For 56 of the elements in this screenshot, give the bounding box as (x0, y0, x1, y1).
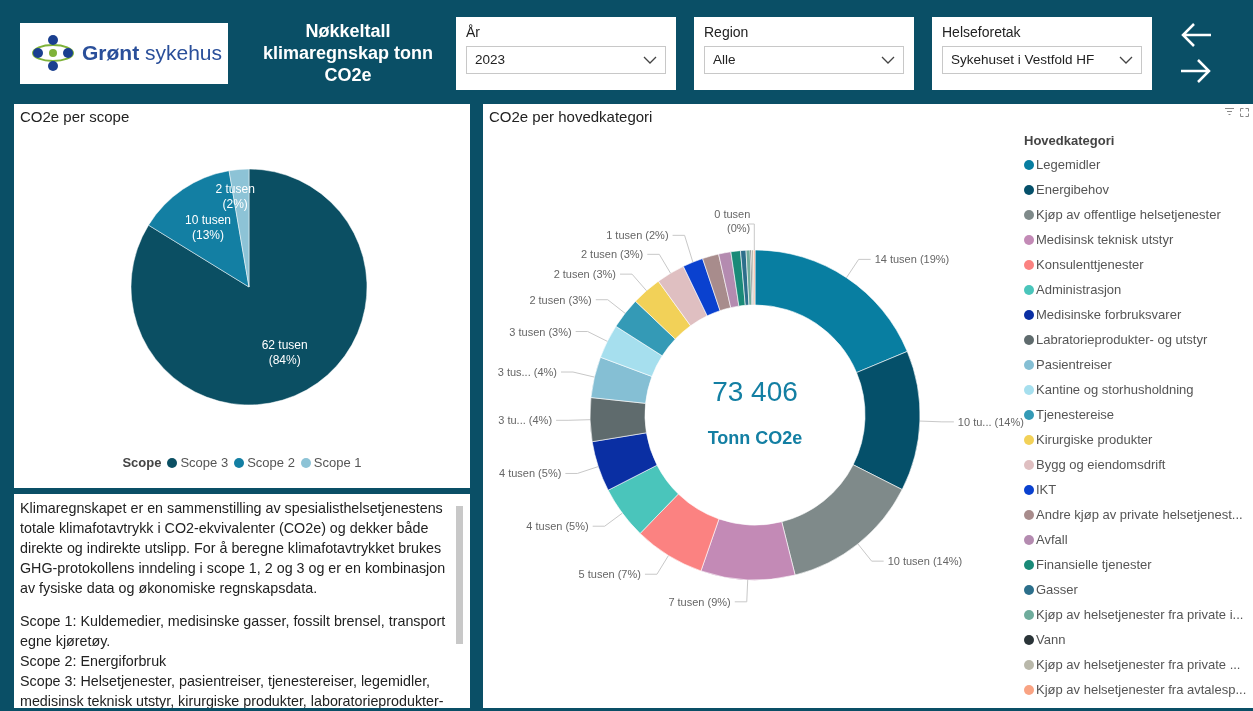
data-label: 10 tusen (14%) (887, 555, 963, 568)
data-label: 10 tusen (13%) (185, 213, 232, 243)
legend-label: Avfall (1036, 532, 1068, 547)
data-label: 4 tusen (5%) (499, 467, 562, 480)
chart-title: CO2e per scope (20, 108, 130, 125)
scope-description: Scope 2: Energiforbruk (20, 652, 168, 671)
legend-label: Pasientreiser (1036, 357, 1112, 372)
data-label: 14 tusen (19%) (874, 253, 950, 266)
logo-text: Grønt sykehus (82, 41, 223, 65)
legend-label: Energibehov (1036, 182, 1109, 197)
total-value: 73 406 (712, 376, 798, 407)
legend-label: Kjøp av helsetjenester fra avtalesp... (1036, 682, 1247, 697)
data-label: 2 tusen (3%) (580, 248, 644, 261)
legend-label: Medisinske forbruksvarer (1036, 307, 1182, 322)
legend-label: Kirurgiske produkter (1036, 432, 1153, 447)
chart-title: CO2e per hovedkategori (489, 108, 653, 125)
legend-label: Legemidler (1036, 157, 1101, 172)
legend-label: Medisinsk teknisk utstyr (1036, 232, 1174, 247)
legend-label: Labratorieprodukter- og utstyr (1036, 332, 1208, 347)
legend-label: Kjøp av helsetjenester fra private i... (1036, 607, 1244, 622)
description-paragraph: Klimaregnskapet er en sammenstilling av spesialisthelsetjenestens totale klimafotavtrykk i CO2-ekvivalenter (CO2e) og dekker både direkte og indirekte utslipp. For å beregne klimafotavtrykket brukes GHG-protokollens inndeling i scope 1, 2 og 3 og er en kombinasjon av fysiske data og økonomiske regnskapsdata. (20, 499, 447, 598)
data-label: 4 tusen (5%) (526, 520, 589, 533)
legend-label: Konsulenttjenester (1036, 257, 1144, 272)
data-label: 0 tusen (0%) (714, 208, 751, 234)
dashboard-title: Nøkkeltall klimaregnskap tonn CO2e (261, 20, 434, 86)
filter-label: År (466, 23, 481, 40)
scope-description: Scope 1: Kuldemedier, medisinske gasser, fossilt brensel, transport egne kjøretøy. (20, 612, 447, 651)
legend-label: Kjøp av helsetjenester fra private ... (1036, 657, 1241, 672)
filter-label: Region (704, 23, 750, 40)
legend-label: Kjøp av offentlige helsetjenester (1036, 207, 1221, 222)
data-label: 10 tu... (14%) (957, 415, 1024, 428)
legend-label: Tjenestereise (1036, 407, 1115, 422)
data-label: 1 tusen (2%) (606, 229, 669, 242)
legend-label: Andre kjøp av private helsetjenest... (1036, 507, 1243, 522)
legend-label: Vann (1036, 632, 1066, 647)
data-label: 3 tu... (4%) (498, 414, 553, 427)
data-label: 62 tusen (84%) (261, 337, 308, 367)
data-label: 2 tusen (3%) (553, 268, 616, 281)
filter-label: Helseforetak (942, 23, 1022, 40)
legend-label: IKT (1036, 482, 1057, 497)
legend-title: Hovedkategori (1024, 133, 1116, 148)
total-unit: Tonn CO2e (707, 428, 803, 448)
legend-label: Finansielle tjenester (1036, 557, 1152, 572)
legend-label: Scope 1 (313, 455, 362, 470)
data-label: 2 tusen (3%) (529, 293, 592, 306)
legend-label: Bygg og eiendomsdrift (1036, 457, 1166, 472)
legend-label: Gasser (1036, 582, 1078, 597)
legend-label: Scope 3 (180, 455, 229, 470)
data-label: 3 tus... (4%) (497, 366, 557, 378)
legend-label: Scope 2 (247, 455, 295, 470)
legend-title: Scope (122, 455, 162, 470)
data-label: 7 tusen (9%) (668, 595, 731, 608)
legend-label: Administrasjon (1036, 282, 1122, 297)
legend-label: Kantine og storhusholdning (1036, 382, 1194, 397)
data-label: 5 tusen (7%) (578, 568, 641, 581)
data-label: 3 tusen (3%) (509, 325, 572, 338)
